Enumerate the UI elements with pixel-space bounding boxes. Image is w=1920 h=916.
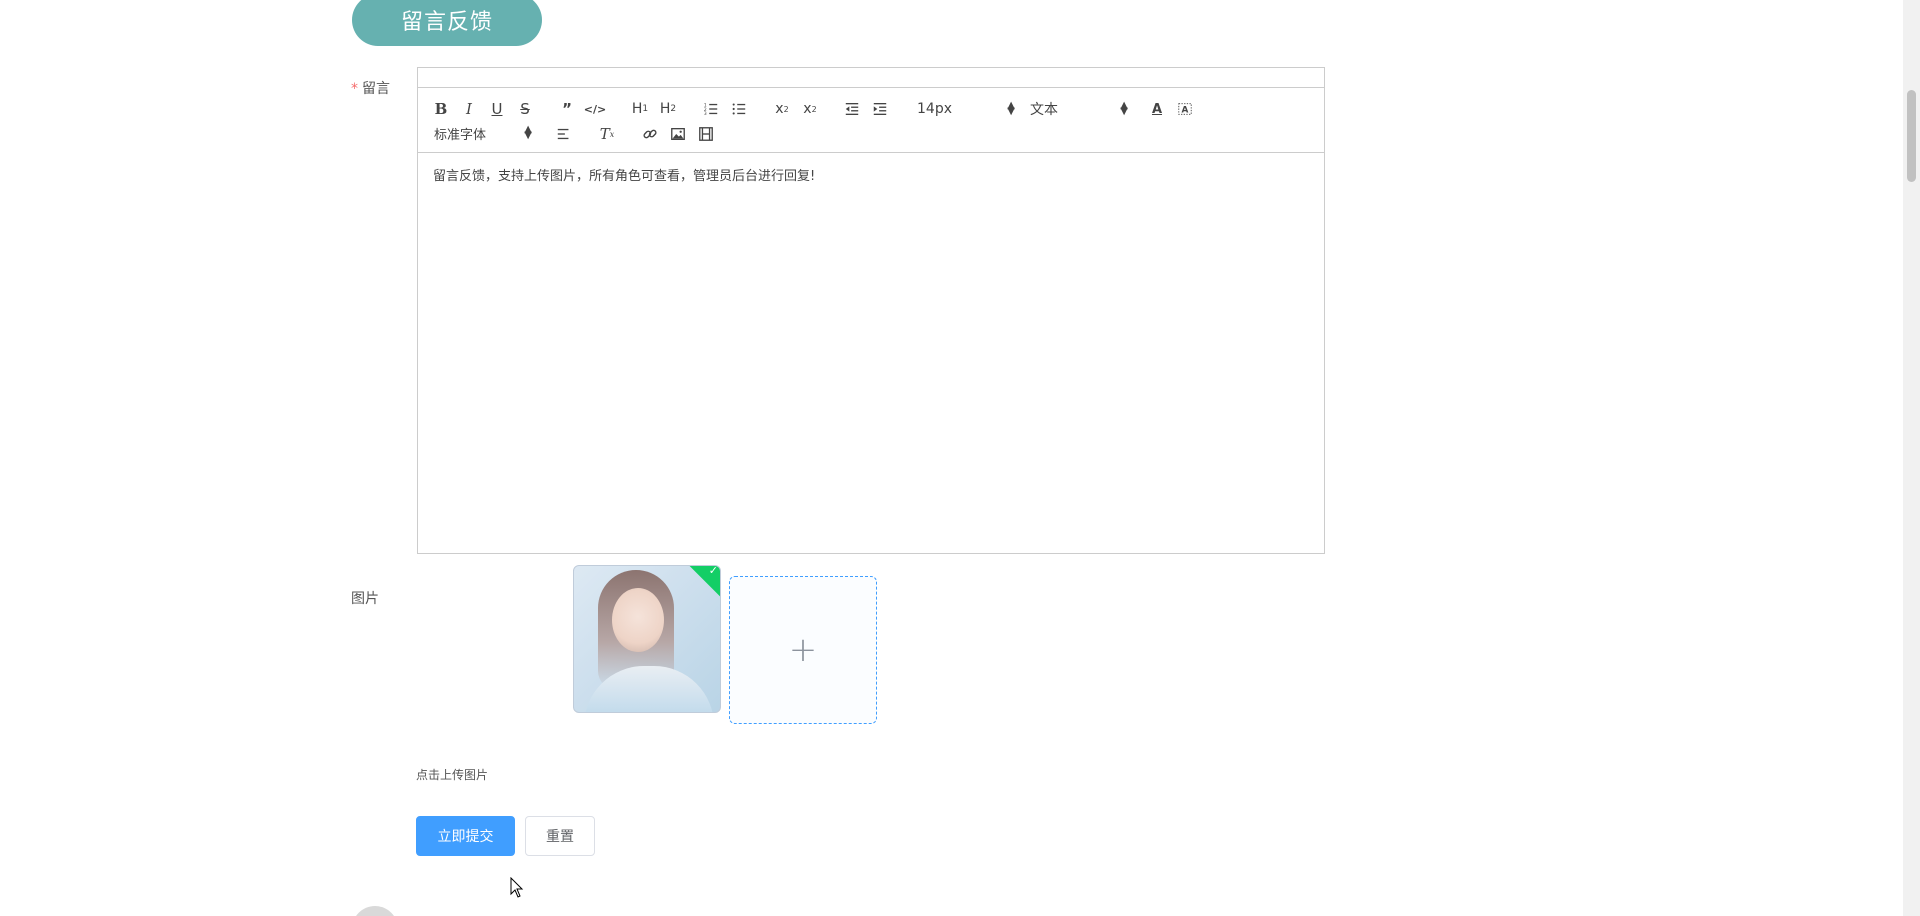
h1-icon[interactable]: H1 [628,98,652,120]
editor-top-bar [418,68,1324,88]
check-icon: ✓ [708,565,718,578]
mouse-cursor-icon [510,877,524,898]
editor-content-area[interactable]: 留言反馈，支持上传图片，所有角色可查看，管理员后台进行回复! [418,153,1324,196]
reset-button[interactable]: 重置 [525,816,595,856]
underline-icon[interactable]: U [485,98,509,120]
italic-icon[interactable]: I [457,98,481,120]
font-family-value: 标准字体 [434,127,487,143]
message-label: 留言 [362,81,390,97]
blockquote-icon[interactable]: ” [555,98,579,120]
image-icon[interactable] [666,123,690,145]
font-size-picker[interactable]: 14px ▲ ▼ [917,98,1015,120]
font-family-picker[interactable]: 标准字体 ▲ ▼ [434,122,532,144]
superscript-icon[interactable]: x2 [798,98,822,120]
header-value: 文本 [1030,102,1058,118]
bullet-list-icon[interactable] [727,98,751,120]
editor-toolbar: B I U S ” </> H1 H2 123 x2 x2 14px ▲ ▼ 文… [418,88,1324,153]
font-color-icon[interactable]: A [1145,98,1169,120]
required-mark: * [351,81,358,97]
page: 留言反馈 *留言 B I U S ” </> H1 H2 123 x2 x2 [0,0,1920,916]
upload-hint: 点击上传图片 [416,768,489,782]
picker-arrows-icon: ▲ ▼ [1007,100,1015,117]
picker-arrows-icon: ▲ ▼ [1120,100,1128,117]
message-label-row: * 留言 [351,78,390,98]
submit-button[interactable]: 立即提交 [416,816,515,856]
picker-arrows-icon: ▲ ▼ [524,124,532,141]
clear-format-icon[interactable]: Tx [595,123,619,145]
photo-face [612,588,664,652]
upload-success-badge: ✓ [688,565,720,598]
strike-icon[interactable]: S [513,98,537,120]
ordered-list-icon[interactable]: 123 [699,98,723,120]
uploaded-image-thumbnail[interactable]: ✓ [573,565,721,713]
bold-icon[interactable]: B [429,98,453,120]
vertical-scrollbar[interactable] [1903,0,1920,916]
background-color-icon[interactable]: A [1173,98,1197,120]
section-title-tab: 留言反馈 [352,0,542,46]
align-left-icon[interactable] [552,123,576,145]
font-size-value: 14px [917,101,952,117]
plus-icon: + [788,630,818,670]
rich-text-editor: B I U S ” </> H1 H2 123 x2 x2 14px ▲ ▼ 文… [417,67,1325,554]
code-block-icon[interactable]: </> [583,98,607,120]
header-picker[interactable]: 文本 ▲ ▼ [1030,98,1128,120]
svg-text:3: 3 [704,111,707,117]
scrollbar-thumb[interactable] [1907,90,1916,182]
avatar [352,906,398,916]
editor-content-text: 留言反馈，支持上传图片，所有角色可查看，管理员后台进行回复! [433,169,816,184]
outdent-icon[interactable] [840,98,864,120]
section-title: 留言反馈 [400,10,493,35]
indent-icon[interactable] [868,98,892,120]
upload-add-button[interactable]: + [729,576,877,724]
image-label: 图片 [351,591,379,607]
h2-icon[interactable]: H2 [656,98,680,120]
svg-text:A: A [1181,106,1188,116]
video-icon[interactable] [694,123,718,145]
subscript-icon[interactable]: x2 [770,98,794,120]
link-icon[interactable] [638,123,662,145]
